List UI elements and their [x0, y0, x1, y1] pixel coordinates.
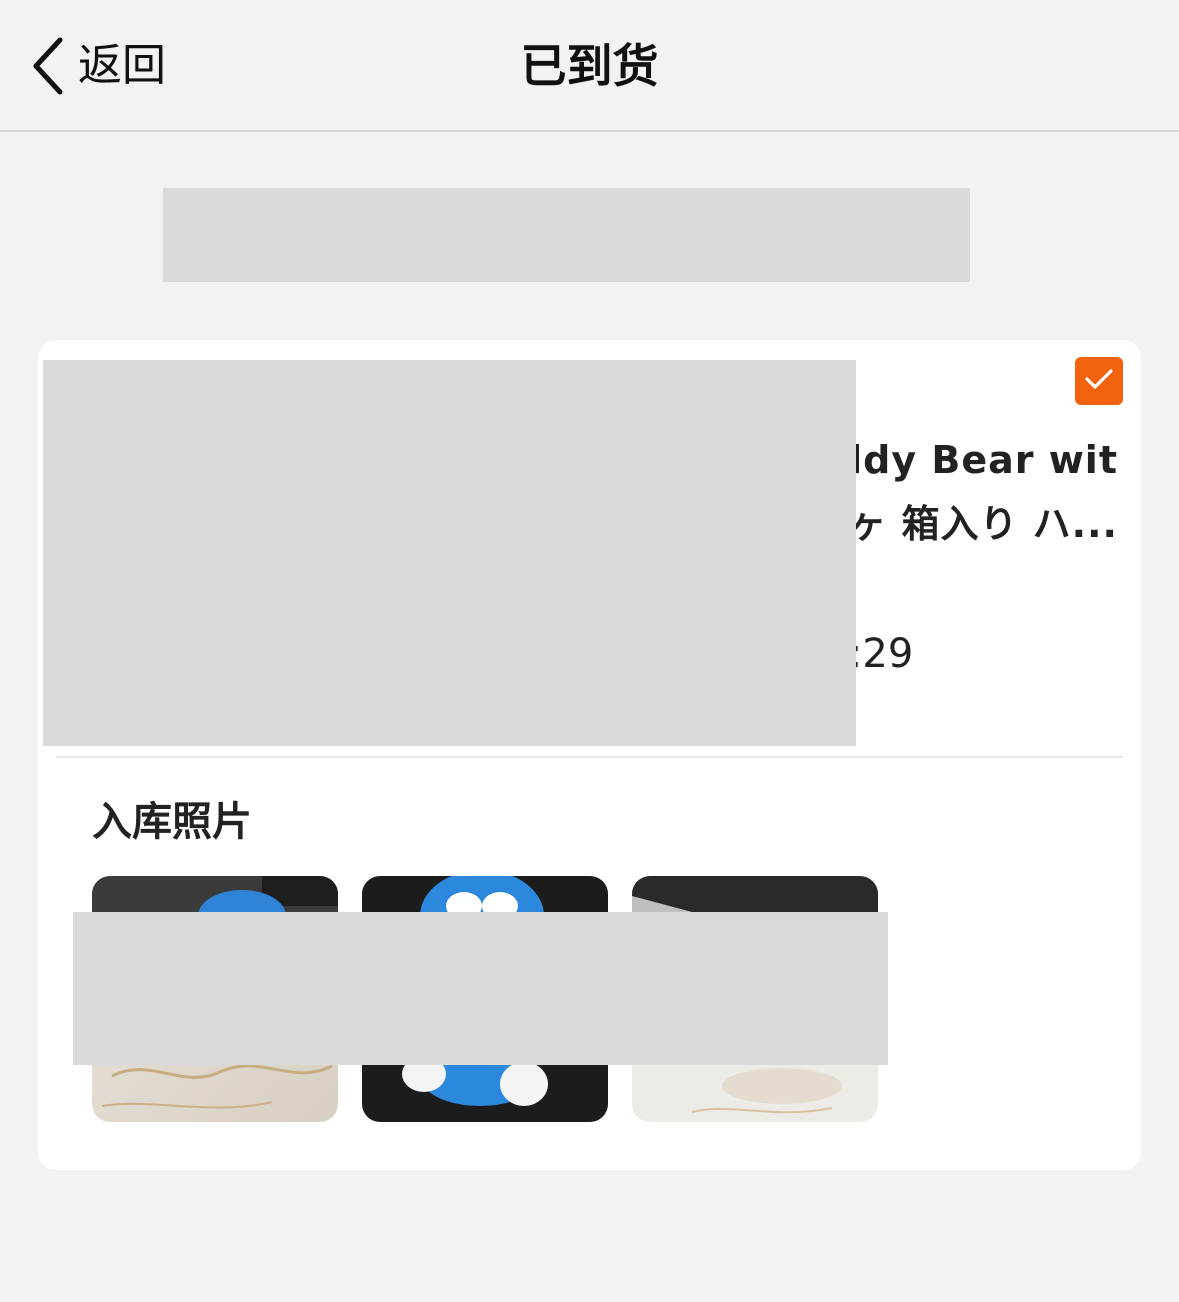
warehouse-photos-label: 入库照片	[92, 799, 252, 845]
nav-bar: 返回 已到货	[0, 0, 1179, 132]
select-checkbox[interactable]	[1075, 357, 1123, 405]
redacted-photo-overlay	[73, 912, 888, 1065]
checkmark-icon	[1084, 367, 1114, 395]
divider	[56, 756, 1123, 758]
item-card: ddy Bear wit ヶ 箱入り ハ... 59:29 入库照片	[38, 340, 1141, 1170]
redacted-banner	[163, 188, 970, 282]
redacted-product-info	[43, 360, 856, 746]
page-title: 已到货	[520, 39, 659, 93]
